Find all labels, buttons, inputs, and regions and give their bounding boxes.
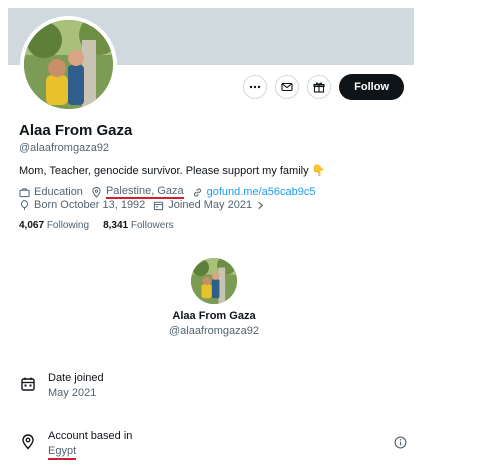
info-icon <box>394 436 407 449</box>
account-based-row: Account based in Egypt <box>20 430 132 460</box>
account-based-value: Egypt <box>48 445 77 460</box>
calendar-icon <box>21 377 35 391</box>
profile-meta-row: Education Palestine, Gaza gofund.me/a56c… <box>19 185 323 199</box>
message-button[interactable] <box>275 75 300 99</box>
link-icon <box>193 188 201 196</box>
gift-icon <box>313 82 325 93</box>
balloon-icon <box>20 199 29 210</box>
category-label: Education <box>34 186 83 198</box>
briefcase-icon <box>19 187 30 197</box>
website-link[interactable]: gofund.me/a56cab9c5 <box>207 186 316 198</box>
followers-label: Followers <box>130 220 174 231</box>
account-based-text: Account based in Egypt <box>48 430 132 460</box>
pointing-down-icon: 👇 <box>311 165 326 177</box>
profile-card: Follow Alaa From Gaza @alaafromgaza92 Mo… <box>8 8 414 240</box>
location-pin-icon <box>92 186 101 198</box>
born-label: Born October 13, 1992 <box>34 199 146 211</box>
profile-handle: @alaafromgaza92 <box>19 142 110 154</box>
followers-count-link[interactable]: 8,341 Followers <box>103 220 174 231</box>
meta-website: gofund.me/a56cab9c5 <box>192 186 316 198</box>
more-icon <box>249 85 261 89</box>
date-joined-text: Date joined May 2021 <box>48 372 104 399</box>
account-based-value-wrap: Egypt <box>48 445 132 460</box>
avatar[interactable] <box>20 16 117 113</box>
about-name: Alaa From Gaza <box>172 310 256 322</box>
chevron-right-icon <box>258 201 264 209</box>
date-joined-label: Date joined <box>48 372 104 384</box>
following-count: 4,067 <box>19 220 45 231</box>
location-label: Palestine, Gaza <box>105 185 184 199</box>
meta-born: Born October 13, 1992 <box>19 199 145 211</box>
avatar-photo <box>24 20 113 109</box>
followers-count: 8,341 <box>103 220 129 231</box>
following-count-link[interactable]: 4,067 Following <box>19 220 89 231</box>
location-pin-icon <box>22 434 34 450</box>
following-label: Following <box>46 220 90 231</box>
message-icon <box>281 82 293 92</box>
about-account-panel: Alaa From Gaza @alaafromgaza92 Date join… <box>8 244 420 475</box>
meta-joined[interactable]: Joined May 2021 <box>153 199 269 211</box>
gift-button[interactable] <box>307 75 332 99</box>
meta-category: Education <box>19 186 83 198</box>
follow-button[interactable]: Follow <box>339 74 404 100</box>
follow-counts: 4,067 Following 8,341 Followers <box>19 220 174 231</box>
about-avatar[interactable] <box>191 258 237 304</box>
date-joined-value: May 2021 <box>48 387 97 399</box>
about-handle: @alaafromgaza92 <box>168 325 260 337</box>
date-joined-row: Date joined May 2021 <box>20 372 104 399</box>
meta-location: Palestine, Gaza <box>91 185 184 199</box>
profile-bio: Mom, Teacher, genocide survivor. Please … <box>19 164 325 177</box>
bio-text: Mom, Teacher, genocide survivor. Please … <box>19 165 309 177</box>
profile-meta-row-2: Born October 13, 1992 Joined May 2021 <box>19 199 277 211</box>
calendar-icon <box>154 201 164 210</box>
joined-label: Joined May 2021 <box>168 199 253 211</box>
account-based-label: Account based in <box>48 430 133 442</box>
avatar-photo-small <box>191 258 237 304</box>
profile-actions: Follow <box>243 74 404 100</box>
more-button[interactable] <box>243 75 268 99</box>
info-button[interactable] <box>394 436 407 454</box>
profile-name: Alaa From Gaza <box>19 122 133 139</box>
